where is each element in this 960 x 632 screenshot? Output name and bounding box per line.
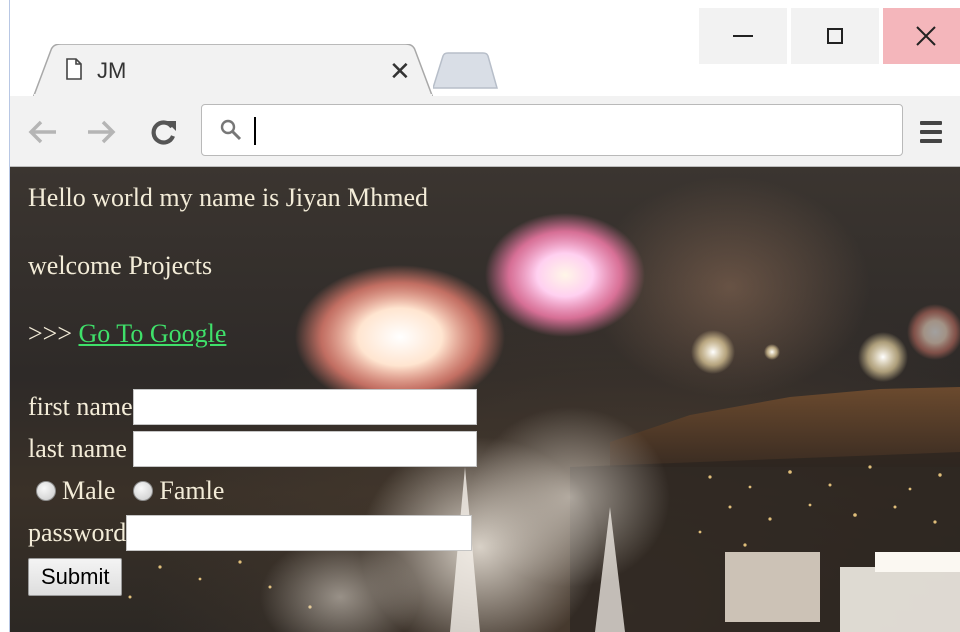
address-input[interactable]	[258, 113, 882, 149]
last-name-label: last name	[28, 434, 127, 463]
forward-arrow-icon	[88, 120, 116, 144]
male-radio[interactable]	[36, 481, 56, 501]
link-prefix: >>>	[28, 319, 79, 348]
gender-row: Male Famle	[28, 470, 477, 512]
minimize-button[interactable]	[699, 8, 787, 64]
tab-strip: JM ✕	[9, 0, 960, 98]
welcome-text: welcome Projects	[28, 251, 213, 280]
password-label: password	[28, 518, 127, 547]
back-button[interactable]	[23, 112, 63, 152]
link-paragraph: >>> Go To Google	[28, 319, 428, 349]
registration-form: first name last name Male Famle password…	[28, 386, 478, 596]
browser-toolbar	[9, 96, 960, 167]
tab-shape	[33, 44, 433, 98]
search-icon	[220, 119, 242, 146]
male-label: Male	[62, 476, 116, 505]
new-tab-button[interactable]	[433, 52, 499, 92]
maximize-icon	[827, 28, 843, 44]
first-name-row: first name	[28, 386, 477, 428]
page-viewport: Hello world my name is Jiyan Mhmed welco…	[10, 167, 960, 632]
tab-close-icon[interactable]: ✕	[389, 58, 411, 84]
window-border	[0, 0, 10, 632]
reload-icon	[151, 120, 176, 145]
password-input[interactable]	[126, 515, 473, 551]
female-radio[interactable]	[133, 481, 154, 501]
text-cursor	[254, 117, 256, 145]
greeting-text: Hello world my name is Jiyan Mhmed	[28, 183, 429, 212]
tab-jm[interactable]: JM ✕	[33, 44, 433, 98]
last-name-input[interactable]	[133, 431, 478, 467]
close-icon	[916, 26, 936, 46]
google-link[interactable]: Go To Google	[79, 319, 227, 348]
back-arrow-icon	[28, 120, 56, 144]
browser-window: JM ✕ Hello world my name is Jiyan Mhmed …	[0, 0, 960, 632]
tab-title: JM	[97, 58, 127, 83]
close-window-button[interactable]	[883, 8, 960, 64]
menu-icon[interactable]	[913, 114, 949, 150]
address-bar[interactable]	[201, 104, 903, 156]
reload-button[interactable]	[143, 112, 183, 152]
maximize-button[interactable]	[791, 8, 879, 64]
minimize-icon	[733, 35, 753, 37]
page-text: Hello world my name is Jiyan Mhmed welco…	[28, 183, 428, 387]
female-label: Famle	[159, 476, 225, 505]
last-name-row: last name	[28, 428, 478, 470]
submit-row: Submit	[28, 554, 477, 596]
password-row: password	[28, 512, 477, 554]
first-name-input[interactable]	[132, 389, 477, 425]
first-name-label: first name	[28, 392, 133, 421]
submit-button[interactable]: Submit	[28, 558, 123, 596]
forward-button[interactable]	[81, 112, 121, 152]
